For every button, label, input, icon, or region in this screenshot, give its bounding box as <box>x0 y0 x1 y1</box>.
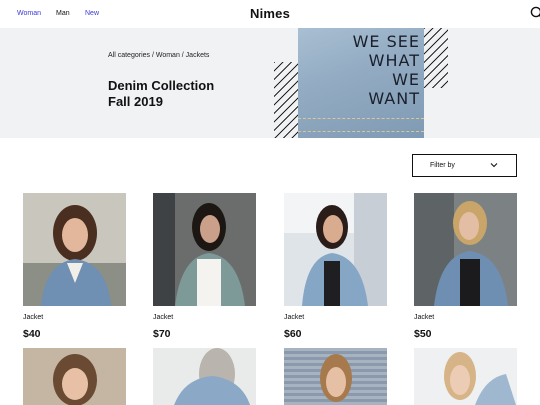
hero-image-text: WE SEE WHAT WE WANT <box>352 32 420 108</box>
product-category: Jacket <box>153 314 174 321</box>
hatch-decoration-left <box>274 62 298 138</box>
page-title: Denim Collection Fall 2019 <box>108 78 215 109</box>
search-icon[interactable] <box>530 6 540 20</box>
hatch-decoration-right <box>424 28 448 88</box>
top-nav: Woman Man New Nimes <box>0 0 540 28</box>
denim-seam <box>298 118 424 132</box>
breadcrumb[interactable]: All categories / Woman / Jackets <box>108 52 209 59</box>
hero-banner: All categories / Woman / Jackets Denim C… <box>0 28 540 138</box>
product-image[interactable] <box>284 193 387 306</box>
product-category: Jacket <box>284 314 305 321</box>
product-image[interactable] <box>23 193 126 306</box>
product-image[interactable] <box>23 348 126 405</box>
product-price: $40 <box>23 328 41 340</box>
product-category: Jacket <box>23 314 44 321</box>
product-image[interactable] <box>284 348 387 405</box>
filter-label: Filter by <box>430 162 455 169</box>
chevron-down-icon <box>490 163 498 168</box>
product-image[interactable] <box>414 193 517 306</box>
brand-logo[interactable]: Nimes <box>0 6 540 21</box>
product-image[interactable] <box>153 348 256 405</box>
hero-image: WE SEE WHAT WE WANT <box>298 28 424 138</box>
product-image[interactable] <box>414 348 517 405</box>
product-price: $60 <box>284 328 302 340</box>
product-image[interactable] <box>153 193 256 306</box>
filter-dropdown[interactable]: Filter by <box>412 154 517 177</box>
product-category: Jacket <box>414 314 435 321</box>
product-price: $70 <box>153 328 171 340</box>
product-price: $50 <box>414 328 432 340</box>
